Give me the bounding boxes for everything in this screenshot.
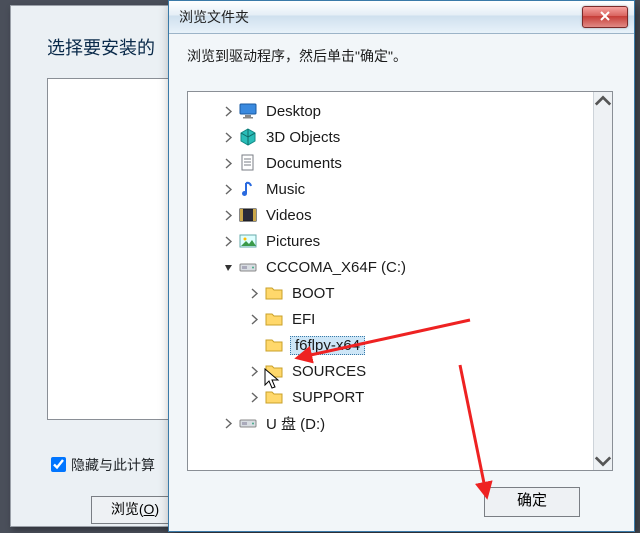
- tree-item[interactable]: CCCOMA_X64F (C:): [188, 254, 592, 280]
- 3d-icon: [238, 128, 258, 146]
- drive-icon: [238, 414, 258, 432]
- folder-icon: [264, 284, 284, 302]
- tree-item-label: SUPPORT: [290, 389, 366, 406]
- tree-item[interactable]: EFI: [188, 306, 592, 332]
- tree-item-label: Desktop: [264, 103, 323, 120]
- tree-item[interactable]: Music: [188, 176, 592, 202]
- dialog-title: 浏览文件夹: [179, 7, 582, 27]
- videos-icon: [238, 206, 258, 224]
- tree-item-label: EFI: [290, 311, 317, 328]
- tree-item[interactable]: SOURCES: [188, 358, 592, 384]
- folder-icon: [264, 336, 284, 354]
- hide-incompatible-checkbox[interactable]: 隐藏与此计算: [47, 454, 155, 475]
- scroll-down-button[interactable]: [594, 452, 612, 470]
- dialog-instruction: 浏览到驱动程序，然后单击"确定"。: [169, 34, 634, 74]
- drive-icon: [238, 258, 258, 276]
- tree-item[interactable]: Videos: [188, 202, 592, 228]
- tree-item[interactable]: Documents: [188, 150, 592, 176]
- parent-heading: 选择要安装的: [47, 34, 155, 60]
- music-icon: [238, 180, 258, 198]
- chevron-right-icon[interactable]: [220, 233, 236, 249]
- chevron-right-icon[interactable]: [220, 181, 236, 197]
- folder-icon: [264, 310, 284, 328]
- tree-item[interactable]: BOOT: [188, 280, 592, 306]
- close-button[interactable]: [582, 6, 628, 28]
- expander-none: [246, 337, 262, 353]
- titlebar[interactable]: 浏览文件夹: [169, 1, 634, 34]
- close-icon: [599, 9, 611, 25]
- tree-item-label: CCCOMA_X64F (C:): [264, 259, 408, 276]
- tree-item-label: Videos: [264, 207, 314, 224]
- chevron-right-icon[interactable]: [220, 207, 236, 223]
- chevron-right-icon[interactable]: [246, 285, 262, 301]
- tree-item-label: Music: [264, 181, 307, 198]
- chevron-right-icon[interactable]: [220, 415, 236, 431]
- scroll-up-button[interactable]: [594, 92, 612, 110]
- tree-item-label: Pictures: [264, 233, 322, 250]
- chevron-right-icon[interactable]: [220, 103, 236, 119]
- tree-item[interactable]: Pictures: [188, 228, 592, 254]
- folder-icon: [264, 388, 284, 406]
- folder-icon: [264, 362, 284, 380]
- tree-item[interactable]: Desktop: [188, 98, 592, 124]
- tree-item[interactable]: SUPPORT: [188, 384, 592, 410]
- ok-button[interactable]: 确定: [484, 487, 580, 517]
- pictures-icon: [238, 232, 258, 250]
- chevron-down-icon[interactable]: [220, 259, 236, 275]
- tree-item[interactable]: 3D Objects: [188, 124, 592, 150]
- tree-item-label: f6flpy-x64: [290, 336, 365, 355]
- tree-scrollbar[interactable]: [593, 92, 612, 470]
- chevron-right-icon[interactable]: [246, 363, 262, 379]
- chevron-right-icon[interactable]: [220, 155, 236, 171]
- browse-button[interactable]: 浏览(O): [91, 496, 179, 524]
- hide-check-input[interactable]: [51, 457, 66, 472]
- folder-tree[interactable]: Desktop 3D Objects Documents Music Videos Pic…: [187, 91, 613, 471]
- desktop-icon: [238, 102, 258, 120]
- hide-check-label: 隐藏与此计算: [71, 455, 155, 475]
- browse-folder-dialog: 浏览文件夹 浏览到驱动程序，然后单击"确定"。 Desktop 3D Object…: [168, 0, 635, 532]
- tree-item-label: U 盘 (D:): [264, 413, 327, 434]
- chevron-right-icon[interactable]: [220, 129, 236, 145]
- tree-item-label: 3D Objects: [264, 129, 342, 146]
- tree-item-label: Documents: [264, 155, 344, 172]
- chevron-right-icon[interactable]: [246, 311, 262, 327]
- docs-icon: [238, 154, 258, 172]
- tree-item-label: BOOT: [290, 285, 337, 302]
- tree-item-label: SOURCES: [290, 363, 368, 380]
- tree-item[interactable]: U 盘 (D:): [188, 410, 592, 436]
- tree-item[interactable]: f6flpy-x64: [188, 332, 592, 358]
- chevron-right-icon[interactable]: [246, 389, 262, 405]
